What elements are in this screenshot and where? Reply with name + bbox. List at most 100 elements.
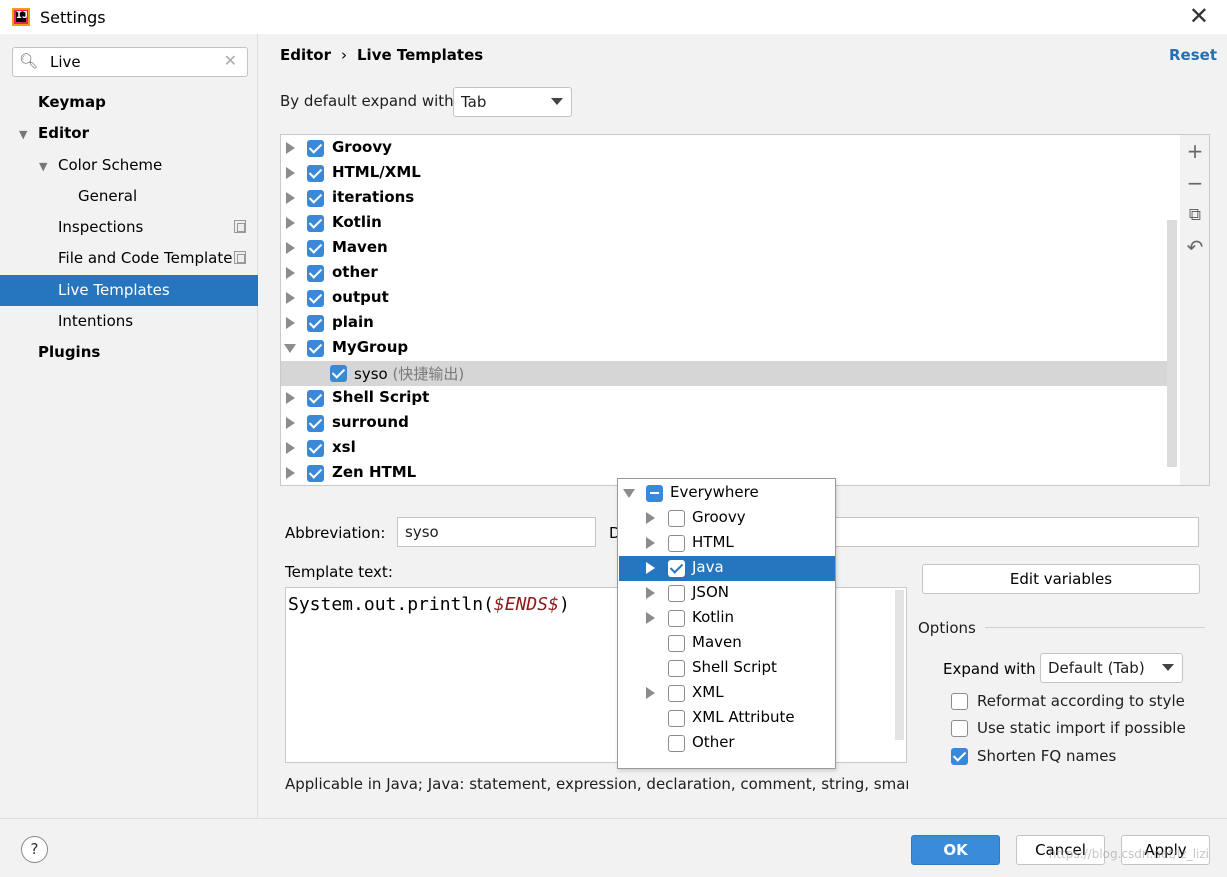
expand-arrow-icon[interactable] bbox=[286, 217, 295, 229]
expand-arrow-icon[interactable] bbox=[646, 537, 655, 549]
context-checkbox[interactable] bbox=[646, 485, 663, 502]
tree-row-output[interactable]: output bbox=[281, 286, 1177, 311]
context-checkbox[interactable] bbox=[668, 560, 685, 577]
tree-row-groovy[interactable]: Groovy bbox=[281, 136, 1177, 161]
close-icon[interactable]: ✕ bbox=[1189, 4, 1209, 28]
group-checkbox[interactable] bbox=[307, 290, 324, 307]
chevron-down-icon[interactable]: ▼ bbox=[39, 151, 47, 182]
copy-icon[interactable]: ⧉ bbox=[1186, 206, 1204, 224]
context-json[interactable]: JSON bbox=[619, 581, 835, 606]
tree-row-other[interactable]: other bbox=[281, 261, 1177, 286]
context-checkbox[interactable] bbox=[668, 510, 685, 527]
sidebar-item-live-templates[interactable]: Live Templates bbox=[0, 275, 258, 306]
breadcrumb-editor[interactable]: Editor bbox=[280, 46, 331, 64]
static-import-checkbox[interactable] bbox=[951, 720, 968, 737]
expand-arrow-icon[interactable] bbox=[286, 467, 295, 479]
context-other[interactable]: Other bbox=[619, 731, 835, 756]
expand-arrow-icon[interactable] bbox=[286, 242, 295, 254]
tree-row-maven[interactable]: Maven bbox=[281, 236, 1177, 261]
template-checkbox[interactable] bbox=[330, 365, 347, 382]
tree-row-surround[interactable]: surround bbox=[281, 411, 1177, 436]
expand-arrow-icon[interactable] bbox=[646, 687, 655, 699]
help-button[interactable]: ? bbox=[21, 836, 48, 863]
context-xml[interactable]: XML bbox=[619, 681, 835, 706]
group-checkbox[interactable] bbox=[307, 440, 324, 457]
templates-tree[interactable]: Groovy HTML/XML iterations Kotlin Maven … bbox=[280, 134, 1181, 486]
context-checkbox[interactable] bbox=[668, 735, 685, 752]
collapse-arrow-icon[interactable] bbox=[623, 489, 635, 498]
context-shell-script[interactable]: Shell Script bbox=[619, 656, 835, 681]
group-checkbox[interactable] bbox=[307, 215, 324, 232]
context-checkbox[interactable] bbox=[668, 610, 685, 627]
context-xml-attribute[interactable]: XML Attribute bbox=[619, 706, 835, 731]
tree-row-mygroup[interactable]: MyGroup bbox=[281, 336, 1177, 361]
expand-arrow-icon[interactable] bbox=[286, 392, 295, 404]
context-checkbox[interactable] bbox=[668, 535, 685, 552]
tree-row-xsl[interactable]: xsl bbox=[281, 436, 1177, 461]
reset-link[interactable]: Reset bbox=[1169, 46, 1217, 64]
clear-icon[interactable]: ✕ bbox=[224, 51, 237, 70]
expand-arrow-icon[interactable] bbox=[286, 167, 295, 179]
context-checkbox[interactable] bbox=[668, 685, 685, 702]
sidebar-item-intentions[interactable]: Intentions bbox=[0, 306, 258, 337]
expand-arrow-icon[interactable] bbox=[286, 442, 295, 454]
restore-icon[interactable]: ↶ bbox=[1186, 237, 1204, 257]
expand-arrow-icon[interactable] bbox=[286, 267, 295, 279]
sidebar-item-file-and-code-template[interactable]: File and Code Template bbox=[0, 243, 258, 274]
search-input[interactable]: 🔍︎ Live ✕ bbox=[12, 47, 248, 77]
context-kotlin[interactable]: Kotlin bbox=[619, 606, 835, 631]
group-checkbox[interactable] bbox=[307, 165, 324, 182]
sidebar-item-editor[interactable]: ▼ Editor bbox=[0, 118, 258, 149]
editor-scrollbar[interactable] bbox=[895, 590, 904, 740]
reformat-checkbox[interactable] bbox=[951, 693, 968, 710]
group-checkbox[interactable] bbox=[307, 265, 324, 282]
add-icon[interactable]: + bbox=[1186, 141, 1204, 161]
tree-scrollbar[interactable] bbox=[1167, 220, 1177, 467]
tree-row-shell-script[interactable]: Shell Script bbox=[281, 386, 1177, 411]
group-checkbox[interactable] bbox=[307, 390, 324, 407]
group-checkbox[interactable] bbox=[307, 240, 324, 257]
expand-with-select[interactable]: Default (Tab) bbox=[1040, 653, 1183, 683]
expand-arrow-icon[interactable] bbox=[286, 317, 295, 329]
context-checkbox[interactable] bbox=[668, 710, 685, 727]
expand-arrow-icon[interactable] bbox=[286, 192, 295, 204]
remove-icon[interactable]: − bbox=[1186, 173, 1204, 193]
default-expand-select[interactable]: Tab bbox=[453, 87, 572, 117]
expand-arrow-icon[interactable] bbox=[286, 292, 295, 304]
tree-row-html-xml[interactable]: HTML/XML bbox=[281, 161, 1177, 186]
context-maven[interactable]: Maven bbox=[619, 631, 835, 656]
group-checkbox[interactable] bbox=[307, 465, 324, 482]
context-java[interactable]: Java bbox=[619, 556, 835, 581]
sidebar-item-keymap[interactable]: Keymap bbox=[0, 87, 258, 118]
group-checkbox[interactable] bbox=[307, 140, 324, 157]
tree-row-syso[interactable]: syso (快捷输出) bbox=[281, 361, 1177, 386]
context-everywhere[interactable]: Everywhere bbox=[619, 481, 835, 506]
tree-row-iterations[interactable]: iterations bbox=[281, 186, 1177, 211]
collapse-arrow-icon[interactable] bbox=[284, 344, 296, 353]
group-checkbox[interactable] bbox=[307, 415, 324, 432]
expand-arrow-icon[interactable] bbox=[646, 562, 655, 574]
abbreviation-input[interactable]: syso bbox=[397, 517, 596, 547]
tree-row-plain[interactable]: plain bbox=[281, 311, 1177, 336]
context-checkbox[interactable] bbox=[668, 585, 685, 602]
group-checkbox[interactable] bbox=[307, 315, 324, 332]
sidebar-item-inspections[interactable]: Inspections bbox=[0, 212, 258, 243]
sidebar-item-general[interactable]: General bbox=[0, 181, 258, 212]
context-checkbox[interactable] bbox=[668, 660, 685, 677]
edit-variables-button[interactable]: Edit variables bbox=[922, 564, 1200, 594]
expand-arrow-icon[interactable] bbox=[646, 587, 655, 599]
sidebar-item-color-scheme[interactable]: ▼ Color Scheme bbox=[0, 150, 258, 181]
group-checkbox[interactable] bbox=[307, 340, 324, 357]
tree-row-kotlin[interactable]: Kotlin bbox=[281, 211, 1177, 236]
expand-arrow-icon[interactable] bbox=[646, 612, 655, 624]
applicable-contexts-text[interactable]: Applicable in Java; Java: statement, exp… bbox=[285, 775, 908, 793]
context-checkbox[interactable] bbox=[668, 635, 685, 652]
context-html[interactable]: HTML bbox=[619, 531, 835, 556]
expand-arrow-icon[interactable] bbox=[286, 417, 295, 429]
expand-arrow-icon[interactable] bbox=[646, 512, 655, 524]
shorten-fq-checkbox[interactable] bbox=[951, 748, 968, 765]
ok-button[interactable]: OK bbox=[911, 835, 1000, 865]
sidebar-item-plugins[interactable]: Plugins bbox=[0, 337, 258, 368]
context-groovy[interactable]: Groovy bbox=[619, 506, 835, 531]
group-checkbox[interactable] bbox=[307, 190, 324, 207]
